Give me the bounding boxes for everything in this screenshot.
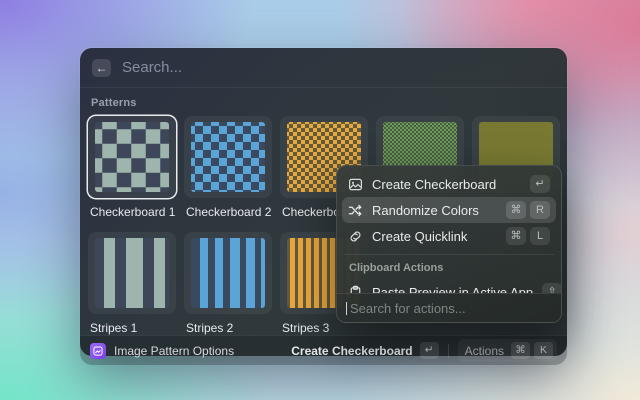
actions-search-input[interactable]: Search for actions...: [337, 293, 561, 322]
l-key-hint: L: [530, 227, 550, 245]
grid-item-stripes-2[interactable]: Stripes 2: [184, 232, 272, 335]
grid-item-label: Stripes 1: [90, 321, 176, 335]
extension-name: Image Pattern Options: [114, 344, 234, 358]
actions-menu-list: Create Checkerboard ↵ Randomize Colors ⌘…: [337, 166, 561, 293]
r-key-hint: R: [530, 201, 550, 219]
grid-item-checkerboard-2[interactable]: Checkerboard 2: [184, 116, 272, 219]
menu-section-clipboard-actions: Clipboard Actions: [349, 262, 556, 274]
grid-item-checkerboard-1[interactable]: Checkerboard 1: [88, 116, 176, 219]
arrow-left-icon: ←: [96, 62, 108, 74]
back-button[interactable]: ←: [92, 59, 111, 77]
menu-divider: [344, 254, 554, 255]
image-icon: [348, 177, 363, 192]
pattern-thumbnail: [191, 122, 265, 192]
actions-menu: Create Checkerboard ↵ Randomize Colors ⌘…: [336, 165, 562, 323]
return-key-hint: ↵: [420, 342, 439, 359]
actions-button[interactable]: Actions ⌘ K: [458, 339, 557, 362]
text-caret: [346, 302, 347, 315]
pattern-thumbnail: [191, 238, 265, 308]
return-key-hint: ↵: [530, 175, 550, 193]
shift-key-hint: ⇧: [542, 283, 561, 293]
menu-item-create-quicklink[interactable]: Create Quicklink ⌘ L: [342, 223, 556, 249]
grid-item-label: Checkerboard 2: [186, 205, 272, 219]
footer-divider: [448, 344, 449, 358]
extension-icon: [90, 343, 106, 359]
search-bar: ← Search...: [80, 48, 567, 88]
section-title-patterns: Patterns: [91, 97, 559, 109]
search-input[interactable]: Search...: [122, 59, 182, 76]
shuffle-icon: [348, 203, 363, 218]
cmd-key-hint: ⌘: [511, 342, 530, 359]
pattern-thumbnail: [95, 122, 169, 192]
grid-item-label: Checkerboard 1: [90, 205, 176, 219]
menu-item-paste-preview[interactable]: Paste Preview in Active App ⇧ ⌘ V: [342, 279, 556, 293]
link-icon: [348, 229, 363, 244]
primary-action-button[interactable]: Create Checkerboard: [291, 344, 412, 358]
cmd-key-hint: ⌘: [506, 227, 526, 245]
image-icon: [93, 346, 103, 356]
grid-item-label: Stripes 2: [186, 321, 272, 335]
grid-item-label: Stripes 3: [282, 321, 368, 335]
clipboard-icon: [348, 285, 363, 294]
status-bar: Image Pattern Options Create Checkerboar…: [80, 335, 567, 365]
k-key-hint: K: [534, 342, 553, 359]
grid-item-stripes-1[interactable]: Stripes 1: [88, 232, 176, 335]
pattern-thumbnail: [95, 238, 169, 308]
menu-item-randomize-colors[interactable]: Randomize Colors ⌘ R: [342, 197, 556, 223]
menu-item-create-checkerboard[interactable]: Create Checkerboard ↵: [342, 171, 556, 197]
cmd-key-hint: ⌘: [506, 201, 526, 219]
